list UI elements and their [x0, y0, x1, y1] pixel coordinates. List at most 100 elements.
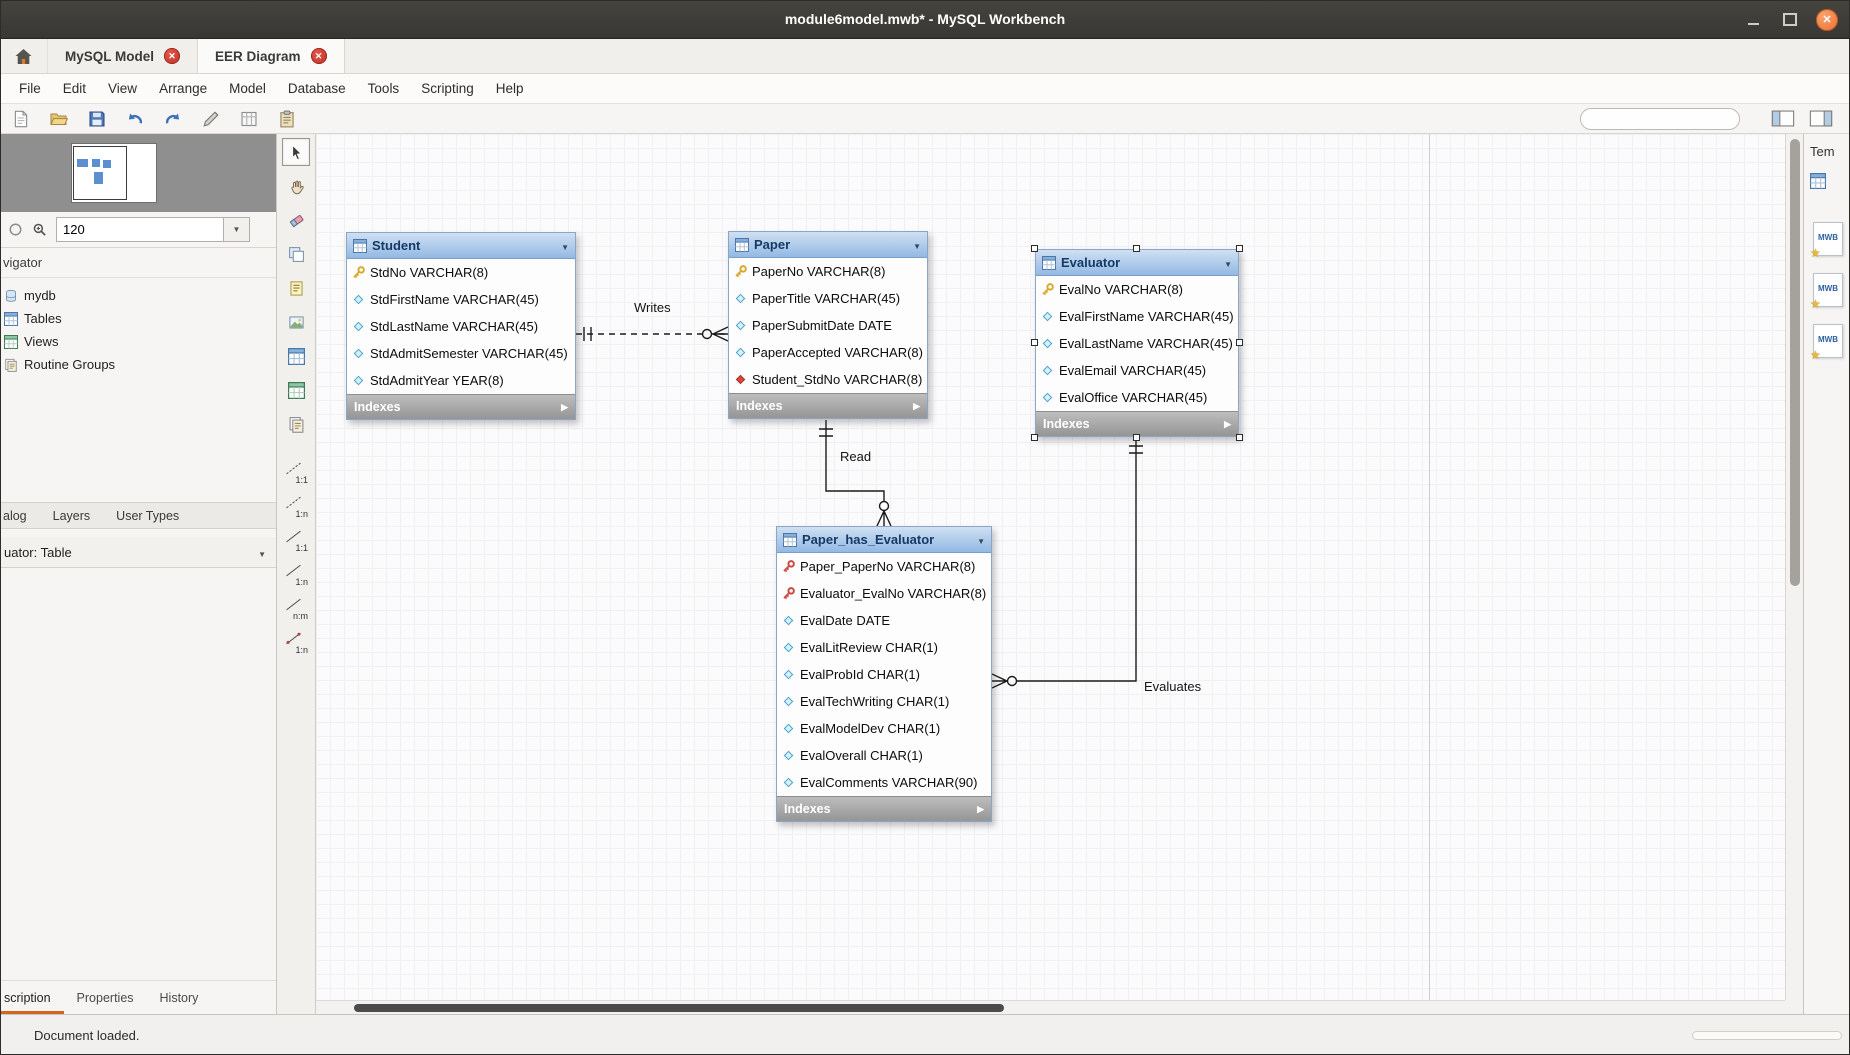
tool-pan[interactable]: [282, 172, 310, 200]
collapse-arrow-icon[interactable]: [1224, 255, 1232, 270]
save-button[interactable]: [86, 108, 108, 130]
tool-place-note[interactable]: [282, 274, 310, 302]
er-column[interactable]: Student_StdNo VARCHAR(8): [729, 366, 927, 393]
menu-database[interactable]: Database: [277, 74, 357, 104]
er-table-header[interactable]: Evaluator: [1036, 250, 1238, 276]
er-table-evaluator[interactable]: Evaluator EvalNo VARCHAR(8) EvalFirstName …: [1031, 245, 1243, 441]
selection-handle[interactable]: [1031, 434, 1038, 441]
relationship-evaluates[interactable]: [991, 438, 1143, 689]
er-column[interactable]: StdNo VARCHAR(8): [347, 259, 575, 286]
er-table-paper-has-evaluator[interactable]: Paper_has_Evaluator Paper_PaperNo VARCHAR…: [776, 526, 992, 822]
er-column[interactable]: PaperSubmitDate DATE: [729, 312, 927, 339]
vertical-scrollbar-thumb[interactable]: [1790, 139, 1800, 586]
tree-item-routine-groups[interactable]: Routine Groups: [0, 353, 276, 376]
horizontal-scrollbar[interactable]: [316, 1000, 1785, 1014]
er-column[interactable]: EvalOverall CHAR(1): [777, 742, 991, 769]
tree-item-tables[interactable]: Tables: [0, 307, 276, 330]
tool-place-image[interactable]: [282, 308, 310, 336]
toggle-left-panel-button[interactable]: [1768, 108, 1798, 130]
redo-button[interactable]: [162, 108, 184, 130]
maximize-button[interactable]: [1779, 9, 1801, 31]
open-folder-button[interactable]: [48, 108, 70, 130]
tab-scription[interactable]: scription: [0, 981, 64, 1014]
selection-handle[interactable]: [1236, 245, 1243, 252]
undo-button[interactable]: [124, 108, 146, 130]
tab-user-types[interactable]: User Types: [116, 509, 179, 523]
er-column[interactable]: StdAdmitSemester VARCHAR(45): [347, 340, 575, 367]
er-column[interactable]: PaperAccepted VARCHAR(8): [729, 339, 927, 366]
birdseye-viewport[interactable]: [73, 146, 127, 200]
selection-combo[interactable]: uator: Table: [0, 537, 276, 568]
er-column[interactable]: EvalTechWriting CHAR(1): [777, 688, 991, 715]
close-icon[interactable]: [310, 48, 327, 64]
model-file-icon[interactable]: MWB ★: [1810, 324, 1843, 362]
er-column[interactable]: EvalProbId CHAR(1): [777, 661, 991, 688]
tab-properties[interactable]: Properties: [64, 981, 147, 1014]
close-icon[interactable]: [164, 48, 181, 64]
table-template-icon[interactable]: [1810, 173, 1826, 189]
tab-layers[interactable]: Layers: [53, 509, 91, 523]
menu-scripting[interactable]: Scripting: [410, 74, 485, 104]
home-tab[interactable]: [0, 39, 48, 73]
menu-file[interactable]: File: [8, 74, 52, 104]
tree-item-views[interactable]: Views: [0, 330, 276, 353]
rel-tool-1-n-solid[interactable]: 1:n: [282, 560, 310, 588]
menu-edit[interactable]: Edit: [52, 74, 97, 104]
edit-button[interactable]: [200, 108, 222, 130]
er-column[interactable]: Paper_PaperNo VARCHAR(8): [777, 553, 991, 580]
tool-delete[interactable]: [282, 206, 310, 234]
tool-place-layer[interactable]: [282, 240, 310, 268]
birdseye-view[interactable]: [0, 134, 276, 212]
model-file-icon[interactable]: MWB ★: [1810, 273, 1843, 311]
menu-model[interactable]: Model: [218, 74, 277, 104]
tool-select[interactable]: [282, 138, 310, 166]
tab-mysql-model[interactable]: MySQL Model: [48, 39, 197, 73]
tool-place-routine-group[interactable]: [282, 410, 310, 438]
er-indexes-bar[interactable]: Indexes: [347, 394, 575, 419]
menu-arrange[interactable]: Arrange: [148, 74, 218, 104]
er-column[interactable]: PaperTitle VARCHAR(45): [729, 285, 927, 312]
collapse-arrow-icon[interactable]: [977, 532, 985, 547]
menu-tools[interactable]: Tools: [357, 74, 411, 104]
er-column[interactable]: PaperNo VARCHAR(8): [729, 258, 927, 285]
er-column[interactable]: EvalOffice VARCHAR(45): [1036, 384, 1238, 411]
er-column[interactable]: EvalNo VARCHAR(8): [1036, 276, 1238, 303]
statusbar-scrollbar[interactable]: [1692, 1031, 1842, 1040]
model-file-icon[interactable]: MWB ★: [1810, 222, 1843, 260]
er-column[interactable]: StdLastName VARCHAR(45): [347, 313, 575, 340]
er-column[interactable]: Evaluator_EvalNo VARCHAR(8): [777, 580, 991, 607]
new-document-button[interactable]: [10, 108, 32, 130]
rel-tool-1-n-existing[interactable]: 1:n: [282, 628, 310, 656]
minimize-button[interactable]: [1742, 9, 1764, 31]
zoom-input[interactable]: [56, 217, 224, 242]
relationship-read[interactable]: [819, 420, 892, 527]
search-input[interactable]: [1594, 111, 1749, 126]
toggle-right-panel-button[interactable]: [1806, 108, 1836, 130]
collapse-arrow-icon[interactable]: [561, 238, 569, 253]
tab-eer-diagram[interactable]: EER Diagram: [197, 39, 345, 73]
grid-button[interactable]: [238, 108, 260, 130]
tool-place-table[interactable]: [282, 342, 310, 370]
tool-place-view[interactable]: [282, 376, 310, 404]
rel-tool-n-m-solid[interactable]: n:m: [282, 594, 310, 622]
zoom-icon[interactable]: [32, 222, 47, 237]
er-column[interactable]: EvalEmail VARCHAR(45): [1036, 357, 1238, 384]
er-table-header[interactable]: Paper_has_Evaluator: [777, 527, 991, 553]
er-table-header[interactable]: Student: [347, 233, 575, 259]
horizontal-scrollbar-thumb[interactable]: [354, 1004, 1004, 1012]
er-column[interactable]: EvalFirstName VARCHAR(45): [1036, 303, 1238, 330]
relationship-writes[interactable]: [576, 326, 729, 342]
tab-alog[interactable]: alog: [3, 509, 27, 523]
er-indexes-bar[interactable]: Indexes: [777, 796, 991, 821]
er-column[interactable]: EvalModelDev CHAR(1): [777, 715, 991, 742]
er-column[interactable]: EvalDate DATE: [777, 607, 991, 634]
er-column[interactable]: EvalComments VARCHAR(90): [777, 769, 991, 796]
er-indexes-bar[interactable]: Indexes: [1036, 411, 1238, 436]
menu-view[interactable]: View: [97, 74, 148, 104]
er-column[interactable]: EvalLitReview CHAR(1): [777, 634, 991, 661]
er-column[interactable]: StdFirstName VARCHAR(45): [347, 286, 575, 313]
rel-tool-1-n-dashed[interactable]: 1:n: [282, 492, 310, 520]
selection-handle[interactable]: [1236, 339, 1243, 346]
er-column[interactable]: EvalLastName VARCHAR(45): [1036, 330, 1238, 357]
vertical-scrollbar[interactable]: [1785, 134, 1803, 1000]
